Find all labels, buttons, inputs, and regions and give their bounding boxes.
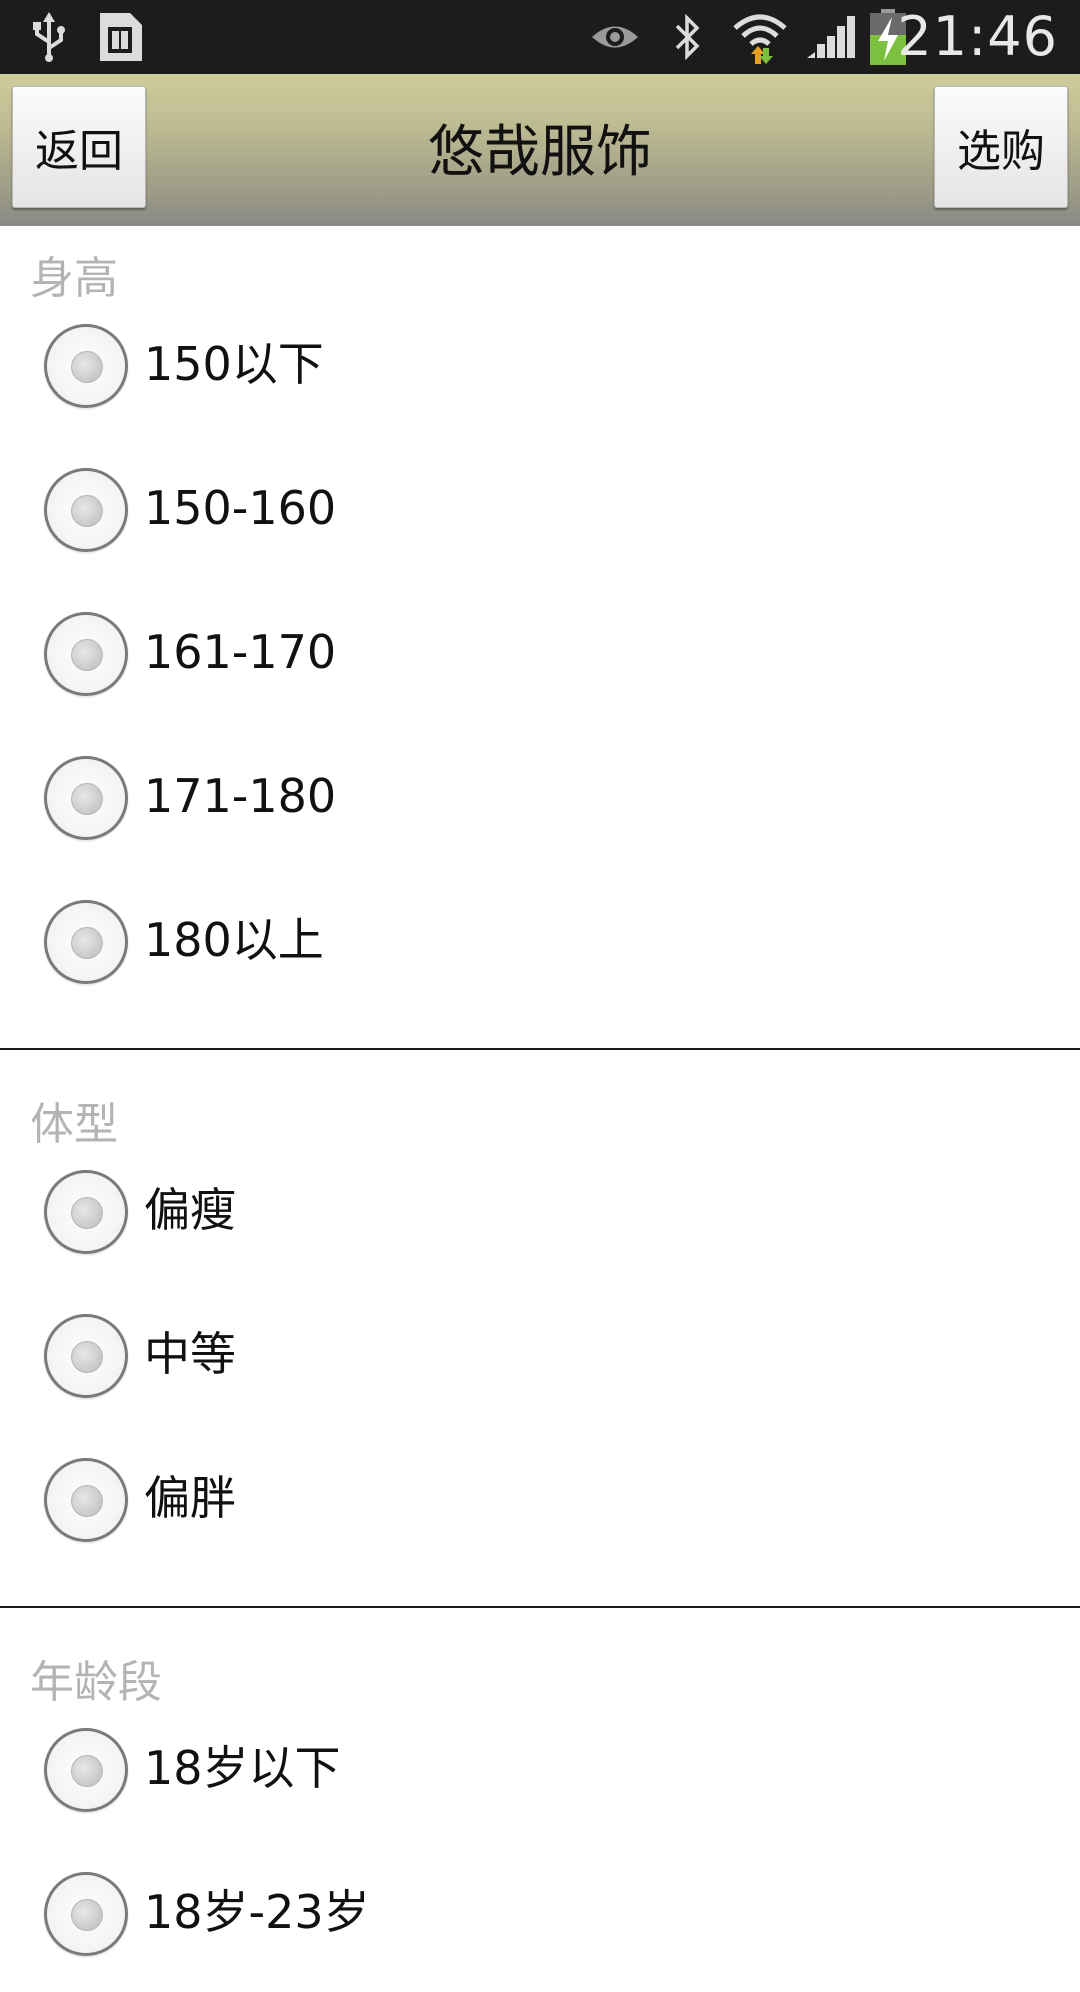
section-divider	[0, 1048, 1080, 1050]
radio-label[interactable]: 171-180	[144, 764, 336, 828]
signal-icon	[804, 10, 856, 64]
eye-icon	[588, 10, 642, 64]
radio-button[interactable]	[44, 1458, 128, 1542]
radio-option-age-2[interactable]: 18岁-23岁	[0, 1872, 1080, 1992]
back-button[interactable]: 返回	[12, 86, 146, 208]
radio-label[interactable]: 18岁以下	[144, 1736, 341, 1800]
radio-indicator	[71, 495, 103, 527]
radio-indicator	[71, 1485, 103, 1517]
radio-indicator	[71, 639, 103, 671]
radio-button[interactable]	[44, 468, 128, 552]
section-title-body-type: 体型	[30, 1099, 118, 1150]
radio-indicator	[71, 1197, 103, 1229]
shop-button[interactable]: 选购	[934, 86, 1068, 208]
radio-option-age-1[interactable]: 18岁以下	[0, 1728, 1080, 1848]
radio-button[interactable]	[44, 756, 128, 840]
section-title-age: 年龄段	[30, 1657, 162, 1708]
radio-option-height-5[interactable]: 180以上	[0, 900, 1080, 1020]
wifi-icon	[730, 10, 790, 64]
radio-indicator	[71, 783, 103, 815]
status-bar: 21:46	[0, 0, 1080, 74]
radio-button[interactable]	[44, 1314, 128, 1398]
radio-label[interactable]: 偏胖	[144, 1466, 236, 1530]
radio-button[interactable]	[44, 1728, 128, 1812]
radio-label[interactable]: 偏瘦	[144, 1178, 236, 1242]
radio-option-height-4[interactable]: 171-180	[0, 756, 1080, 876]
page-title: 悠哉服饰	[428, 119, 652, 185]
bluetooth-icon	[668, 10, 708, 64]
radio-button[interactable]	[44, 1170, 128, 1254]
section-divider	[0, 1606, 1080, 1608]
radio-option-height-2[interactable]: 150-160	[0, 468, 1080, 588]
radio-label[interactable]: 150-160	[144, 476, 336, 540]
radio-option-height-3[interactable]: 161-170	[0, 612, 1080, 732]
radio-label[interactable]: 161-170	[144, 620, 336, 684]
usb-icon	[24, 10, 74, 64]
clock-time: 21:46	[897, 5, 1058, 68]
radio-option-body-1[interactable]: 偏瘦	[0, 1170, 1080, 1290]
radio-option-body-2[interactable]: 中等	[0, 1314, 1080, 1434]
radio-indicator	[71, 351, 103, 383]
radio-indicator	[71, 1755, 103, 1787]
sim-card-icon	[96, 10, 146, 64]
radio-label[interactable]: 150以下	[144, 332, 324, 396]
section-title-height: 身高	[30, 253, 118, 304]
radio-option-height-1[interactable]: 150以下	[0, 324, 1080, 444]
radio-indicator	[71, 1899, 103, 1931]
radio-label[interactable]: 18岁-23岁	[144, 1880, 370, 1944]
radio-label[interactable]: 中等	[144, 1322, 236, 1386]
radio-button[interactable]	[44, 1872, 128, 1956]
radio-indicator	[71, 927, 103, 959]
radio-button[interactable]	[44, 900, 128, 984]
title-bar: 返回 悠哉服饰 选购	[0, 74, 1080, 226]
radio-button[interactable]	[44, 324, 128, 408]
radio-button[interactable]	[44, 612, 128, 696]
radio-option-body-3[interactable]: 偏胖	[0, 1458, 1080, 1578]
radio-label[interactable]: 180以上	[144, 908, 324, 972]
radio-indicator	[71, 1341, 103, 1373]
